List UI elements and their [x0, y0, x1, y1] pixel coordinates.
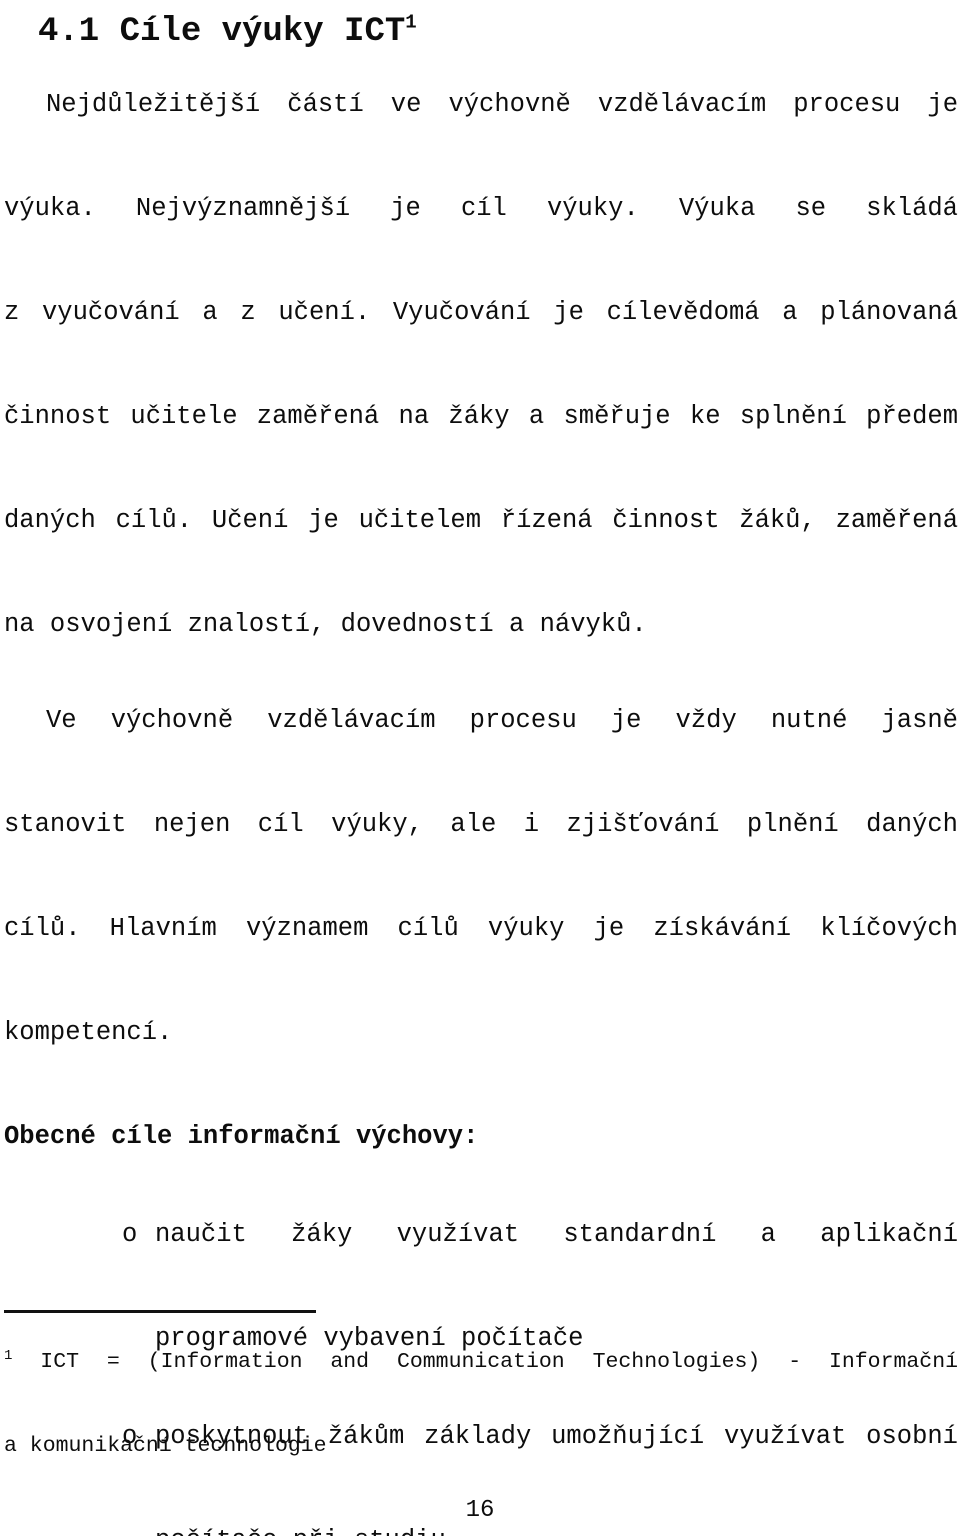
- footnote-line: 1 ICT = (Information and Communication T…: [4, 1341, 958, 1425]
- page-title-footnote-marker: 1: [405, 11, 417, 34]
- paragraph-line: cílů. Hlavním významem cílů výuky je zís…: [4, 914, 958, 943]
- page-number: 16: [465, 1497, 495, 1524]
- list-item-line: naučit žáky využívat standardní a aplika…: [155, 1220, 958, 1249]
- bullet-marker-icon: o: [122, 1220, 138, 1249]
- paragraph-line: výuka. Nejvýznamnější je cíl výuky. Výuk…: [4, 194, 958, 223]
- paragraph-line: Ve výchovně vzdělávacím procesu je vždy …: [46, 706, 958, 735]
- paragraph-line: činnost učitele zaměřená na žáky a směřu…: [4, 402, 958, 431]
- paragraph-line: na osvojení znalostí, dovedností a návyk…: [4, 610, 647, 639]
- document-page: 4.1 Cíle výuky ICT1 Nejdůležitější částí…: [0, 0, 960, 1536]
- footnote-text: 1 ICT = (Information and Communication T…: [4, 1341, 958, 1467]
- paragraph-1: Nejdůležitější částí ve výchovně vzděláv…: [4, 79, 958, 651]
- section-heading-obecne-cile: Obecné cíle informační výchovy:: [4, 1122, 479, 1151]
- page-title-text: 4.1 Cíle výuky ICT: [38, 13, 406, 51]
- footnote-line: a komunikační technologie: [4, 1434, 327, 1458]
- paragraph-line: Nejdůležitější částí ve výchovně vzděláv…: [46, 90, 958, 119]
- paragraph-line: stanovit nejen cíl výuky, ale i zjišťová…: [4, 810, 958, 839]
- paragraph-line: kompetencí.: [4, 1018, 173, 1047]
- footnote-separator-rule: [4, 1310, 316, 1313]
- paragraph-2: Ve výchovně vzdělávacím procesu je vždy …: [4, 695, 958, 1059]
- page-content: 4.1 Cíle výuky ICT1 Nejdůležitější částí…: [4, 0, 958, 1536]
- page-title: 4.1 Cíle výuky ICT1: [4, 0, 958, 54]
- paragraph-line: z vyučování a z učení. Vyučování je cíle…: [4, 298, 958, 327]
- footnote-area: 1 ICT = (Information and Communication T…: [4, 1310, 958, 1467]
- footnote-line-text: ICT = (Information and Communication Tec…: [12, 1350, 958, 1374]
- paragraph-line: daných cílů. Učení je učitelem řízená či…: [4, 506, 958, 535]
